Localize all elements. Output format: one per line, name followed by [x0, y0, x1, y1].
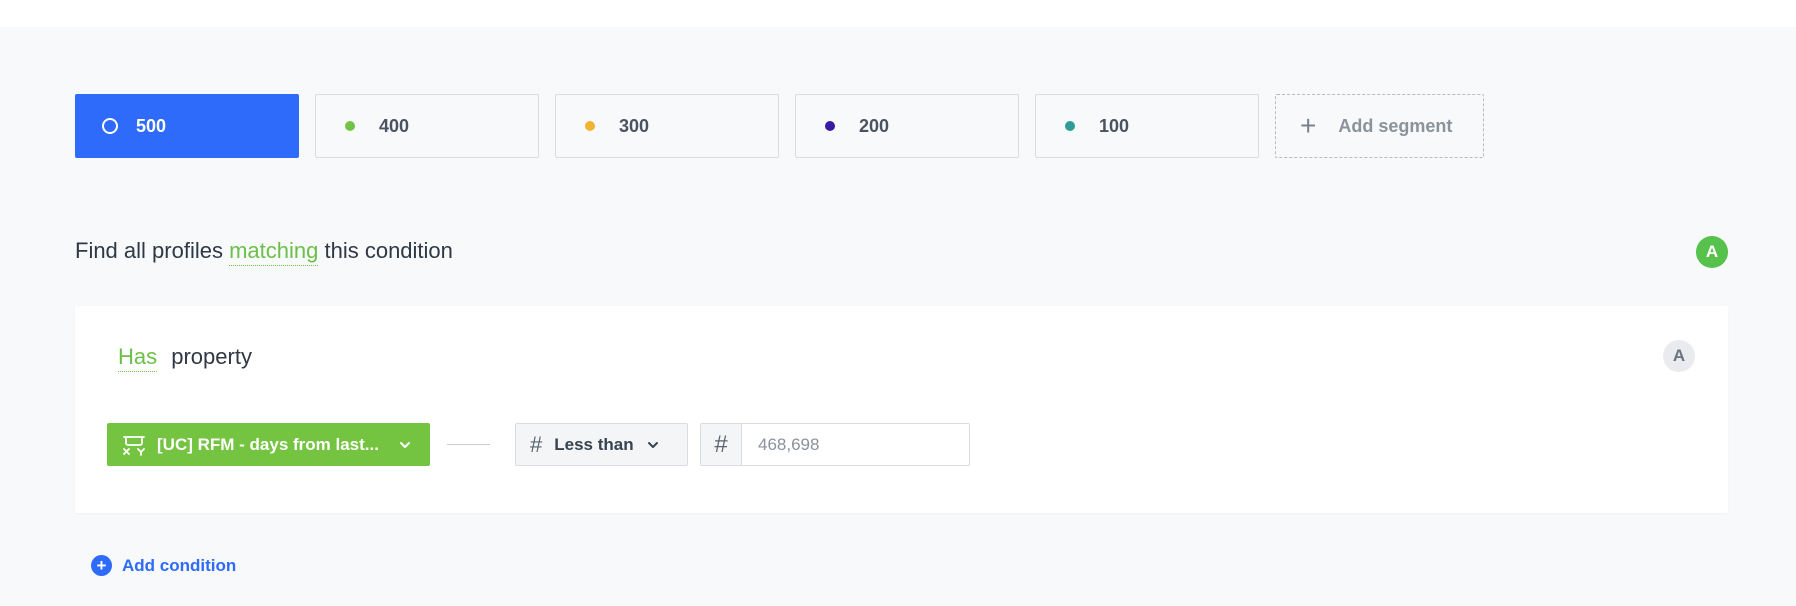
condition-group-badge: A [1696, 236, 1728, 268]
has-toggle[interactable]: Has [118, 344, 158, 372]
connector-line [447, 444, 490, 445]
segment-label: 200 [859, 115, 890, 136]
segment-tab-200[interactable]: 200 [795, 94, 1019, 158]
chevron-down-icon [400, 441, 410, 448]
condition-card: Has property A [UC] RFM - days from last… [75, 306, 1728, 513]
operator-label: Less than [554, 434, 634, 454]
match-mode-toggle[interactable]: matching [229, 238, 319, 266]
value-input-group: # [700, 423, 970, 466]
segment-dot-icon [102, 118, 118, 134]
plus-circle-icon: + [91, 555, 112, 576]
operator-select-button[interactable]: # Less than [515, 423, 688, 466]
condition-header: Find all profiles matching this conditio… [75, 238, 453, 266]
segment-tab-400[interactable]: 400 [315, 94, 539, 158]
condition-title: Has property [118, 344, 252, 372]
condition-type-label: property [171, 344, 252, 369]
segment-label: 500 [136, 115, 167, 136]
add-condition-label: Add condition [122, 555, 237, 575]
add-segment-label: Add segment [1338, 115, 1453, 136]
condition-header-prefix: Find all profiles [75, 238, 223, 263]
condition-badge: A [1663, 340, 1695, 372]
top-bar [0, 0, 1796, 27]
add-segment-button[interactable]: + Add segment [1275, 94, 1484, 158]
segment-label: 300 [619, 115, 650, 136]
segment-dot-icon [1065, 121, 1075, 131]
number-hash-icon: # [530, 431, 543, 457]
property-select-button[interactable]: [UC] RFM - days from last... [107, 423, 430, 466]
segment-dot-icon [345, 121, 355, 131]
plus-icon: + [1300, 110, 1317, 141]
add-condition-button[interactable]: + Add condition [91, 555, 236, 576]
custom-property-icon [123, 435, 145, 456]
number-hash-icon: # [701, 424, 742, 465]
segment-label: 100 [1099, 115, 1130, 136]
property-label: [UC] RFM - days from last... [157, 434, 379, 454]
value-input[interactable] [742, 424, 968, 465]
segment-tabs: 500 400 300 200 100 + Add segment [75, 94, 1484, 158]
segment-label: 400 [379, 115, 410, 136]
segment-dot-icon [585, 121, 595, 131]
condition-header-suffix: this condition [324, 238, 453, 263]
segment-tab-100[interactable]: 100 [1035, 94, 1259, 158]
segment-dot-icon [825, 121, 835, 131]
segment-tab-500[interactable]: 500 [75, 94, 299, 158]
chevron-down-icon [647, 441, 658, 448]
segment-tab-300[interactable]: 300 [555, 94, 779, 158]
